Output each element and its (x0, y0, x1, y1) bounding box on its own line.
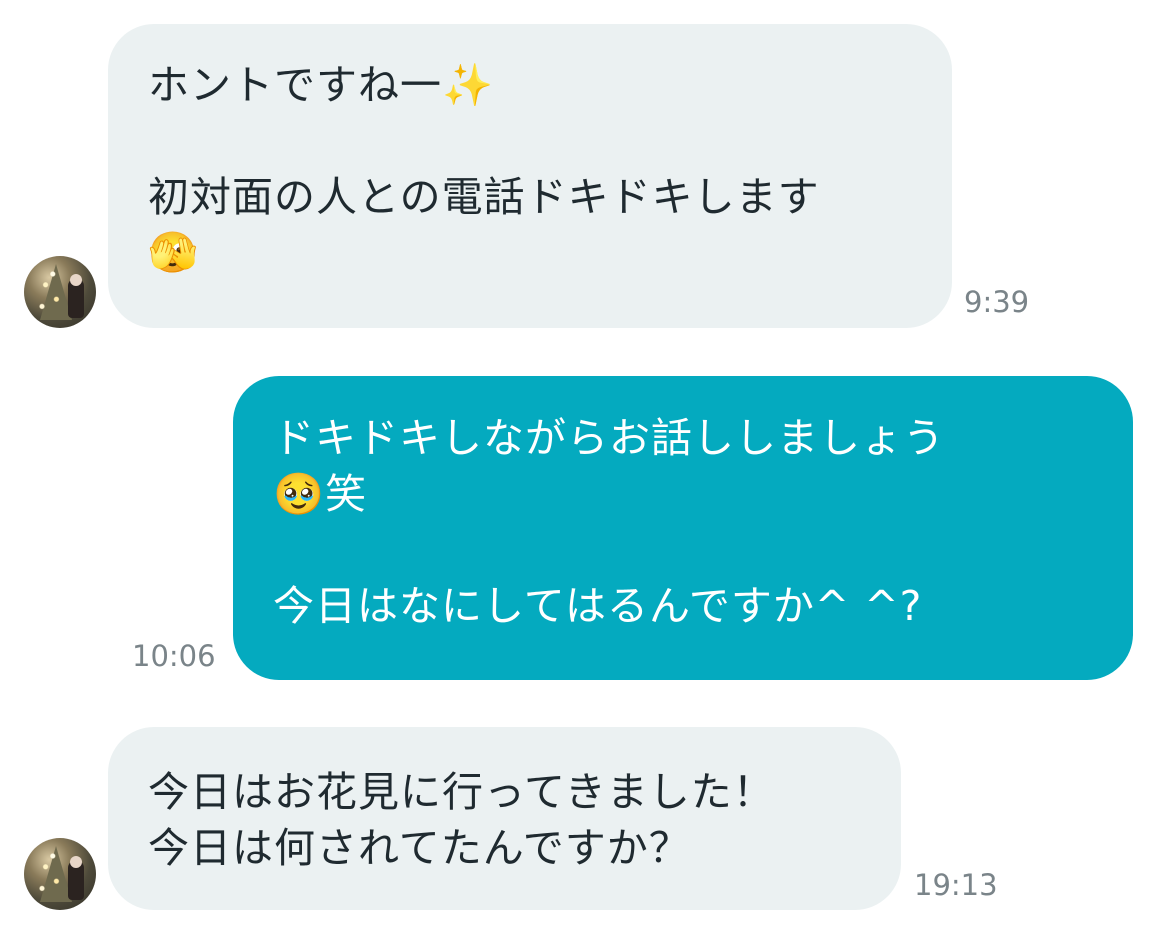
message-text-line: 🥹笑 (273, 470, 368, 518)
message-text-line: 今日はお花見に行ってきました！ (148, 768, 775, 816)
message-text-line: 初対面の人との電話ドキドキします (148, 173, 820, 221)
message-text-line: ドキドキしながらお話ししましょう (273, 414, 945, 462)
message-timestamp: 19:13 (914, 868, 998, 902)
message-timestamp: 10:06 (132, 639, 216, 673)
message-timestamp: 9:39 (964, 285, 1030, 319)
message-bubble-incoming[interactable]: 今日はお花見に行ってきました！ 今日は何されてたんですか？ (108, 727, 901, 910)
message-text-line (273, 522, 1093, 578)
avatar[interactable] (24, 838, 96, 910)
message-text-line (148, 113, 912, 169)
avatar[interactable] (24, 256, 96, 328)
message-bubble-incoming[interactable]: ホントですね一✨ 初対面の人との電話ドキドキします 🫣 (108, 24, 952, 328)
message-text-line: ホントですね一✨ (148, 61, 495, 109)
message-text-line: 🫣 (148, 230, 199, 276)
message-text-line: 今日は何されてたんですか？ (148, 824, 691, 872)
message-text-line: 今日はなにしてはるんですか^ ^? (273, 582, 923, 630)
message-bubble-outgoing[interactable]: ドキドキしながらお話ししましょう 🥹笑 今日はなにしてはるんですか^ ^? (233, 376, 1133, 680)
